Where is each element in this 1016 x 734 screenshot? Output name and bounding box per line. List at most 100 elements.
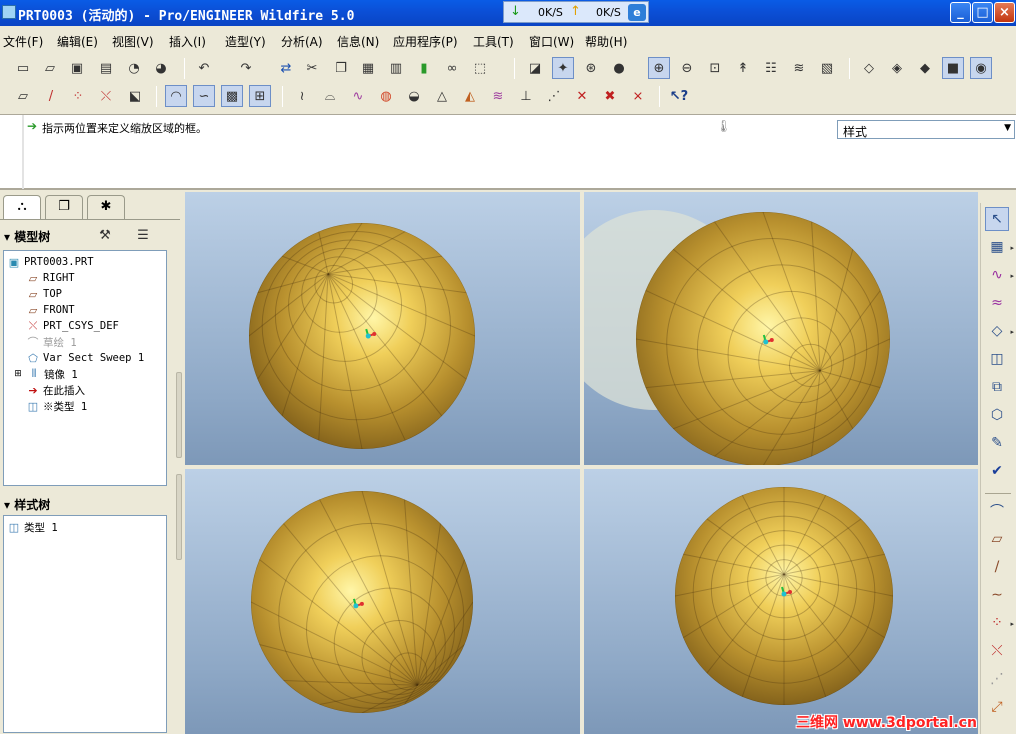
send-icon[interactable]: ◔ [123,57,145,79]
deviation-icon[interactable]: ⋰ [543,85,565,107]
delete-analysis-icon[interactable]: ✕ [571,85,593,107]
reflection-icon[interactable]: ◍ [375,85,397,107]
close-button[interactable]: × [994,2,1015,23]
isophote-icon[interactable]: ≋ [487,85,509,107]
point-display-icon[interactable]: ⁘ [67,85,89,107]
paste-special-icon[interactable]: ▥ [385,57,407,79]
no-hidden-icon[interactable]: ◆ [914,57,936,79]
tree-item-part[interactable]: ▣ PRT0003.PRT [7,254,94,270]
tree-item-sketch[interactable]: ⌒ 草绘 1 [26,334,77,350]
delete-curves-icon[interactable]: ⨯ [627,85,649,107]
menu-file[interactable]: 文件(F) [3,33,43,50]
tree-item-style[interactable]: ◫ ※类型 1 [26,398,87,414]
curve-edit-icon[interactable]: ≈ [985,291,1009,315]
binoculars-icon[interactable]: ∞ [441,57,463,79]
whats-this-icon[interactable]: ↖? [668,85,690,107]
model-tree-tab[interactable]: ⛬ [3,195,41,219]
menu-help[interactable]: 帮助(H) [585,33,627,50]
open-icon[interactable]: ▱ [39,57,61,79]
tree-item-sweep[interactable]: ⬠ Var Sect Sweep 1 [26,350,144,366]
curvature-analysis-icon[interactable]: ⌒ [985,499,1009,523]
style-tree-item[interactable]: ◫ 类型 1 [7,519,58,535]
tree-item-csys[interactable]: ⤬ PRT_CSYS_DEF [26,318,119,334]
dihedral-icon[interactable]: ⊥ [515,85,537,107]
set-active-plane-icon[interactable]: ▦ [985,235,1009,259]
shade-analysis-icon[interactable]: ◭ [459,85,481,107]
selection-box-icon[interactable]: ⬚ [469,57,491,79]
wireframe-icon[interactable]: ◇ [858,57,880,79]
datum-display-icon[interactable]: ◪ [524,57,546,79]
viewport-bottom-right[interactable] [584,469,978,734]
grid-icon[interactable]: ▩ [221,85,243,107]
panel-splitter-lower[interactable] [176,474,182,560]
undo-icon[interactable]: ↶ [193,57,215,79]
section-icon[interactable]: ⌓ [319,85,341,107]
offset-curve-icon[interactable]: ⤢ [985,695,1009,719]
done-icon[interactable]: ✔ [985,459,1009,483]
orient-icon[interactable]: ⊛ [580,57,602,79]
copy-email-icon[interactable]: ◕ [150,57,172,79]
refit-icon[interactable]: ⊡ [704,57,726,79]
regenerate-icon[interactable]: ⇄ [275,57,297,79]
tree-settings-icon[interactable]: ⚒ [94,224,116,246]
delete-all-icon[interactable]: ✖ [599,85,621,107]
selection-filter[interactable]: 样式 ▼ [837,120,1015,139]
folder-browser-tab[interactable]: ❐ [45,195,83,219]
curvature-icon[interactable]: ≀ [291,85,313,107]
annotation-icon[interactable]: ⬕ [124,85,146,107]
menu-window[interactable]: 窗口(W) [529,33,574,50]
curve-on-surface-icon[interactable]: ✎ [985,431,1009,455]
panel-splitter[interactable] [176,372,182,458]
surface-edit-icon[interactable]: ⬡ [985,403,1009,427]
menu-tools[interactable]: 工具(T) [473,33,514,50]
axis-icon[interactable]: / [985,555,1009,579]
layers-icon[interactable]: ≋ [788,57,810,79]
tree-columns-icon[interactable]: ☰ [132,224,154,246]
create-curve-icon[interactable]: ∿ [985,263,1009,287]
snap-icon[interactable]: ⊞ [249,85,271,107]
viewport-top-right[interactable] [584,192,978,465]
analysis-icon[interactable]: ⋰ [985,667,1009,691]
tree-item-front[interactable]: ▱ FRONT [26,302,75,318]
menu-applications[interactable]: 应用程序(P) [393,33,458,50]
menu-style[interactable]: 造型(Y) [225,33,266,50]
point-icon[interactable]: ⁘ [985,611,1009,635]
csys-icon[interactable]: ⤬ [985,639,1009,663]
favorites-tab[interactable]: ✱ [87,195,125,219]
menu-view[interactable]: 视图(V) [112,33,154,50]
tree-item-top[interactable]: ▱ TOP [26,286,62,302]
shading-icon[interactable]: ■ [942,57,964,79]
redo-icon[interactable]: ↷ [235,57,257,79]
enhanced-realism-icon[interactable]: ◉ [970,57,992,79]
view-manager-icon[interactable]: ☷ [760,57,782,79]
csys-display-icon[interactable]: ⤬ [95,85,117,107]
tree-item-insert-here[interactable]: ➔ 在此插入 [26,382,85,398]
sketched-curve-icon[interactable]: ∼ [985,583,1009,607]
menu-analysis[interactable]: 分析(A) [281,33,323,50]
connect-surface-icon[interactable]: ◫ [985,347,1009,371]
hidden-line-icon[interactable]: ◈ [886,57,908,79]
curve-display-icon[interactable]: ◠ [165,85,187,107]
zoom-in-icon[interactable]: ⊕ [648,57,670,79]
save-icon[interactable]: ▣ [66,57,88,79]
plane-display-icon[interactable]: ▱ [12,85,34,107]
offset-icon[interactable]: ∿ [347,85,369,107]
maximize-button[interactable]: □ [972,2,993,23]
menu-edit[interactable]: 编辑(E) [57,33,98,50]
print-icon[interactable]: ▤ [95,57,117,79]
zoom-out-icon[interactable]: ⊖ [676,57,698,79]
plane-icon[interactable]: ▱ [985,527,1009,551]
appearance-icon[interactable]: ● [608,57,630,79]
slope-icon[interactable]: △ [431,85,453,107]
browser-icon[interactable]: e [628,4,646,21]
tree-item-right[interactable]: ▱ RIGHT [26,270,75,286]
menu-insert[interactable]: 插入(I) [169,33,206,50]
repaint-icon[interactable]: ↟ [732,57,754,79]
paste-icon[interactable]: ▦ [357,57,379,79]
menu-info[interactable]: 信息(N) [337,33,379,50]
axis-display-icon[interactable]: / [40,85,62,107]
viewport-top-left[interactable] [185,192,580,465]
minimize-button[interactable]: _ [950,2,971,23]
viewport-bottom-left[interactable] [185,469,580,734]
boundary-surface-icon[interactable]: ◇ [985,319,1009,343]
